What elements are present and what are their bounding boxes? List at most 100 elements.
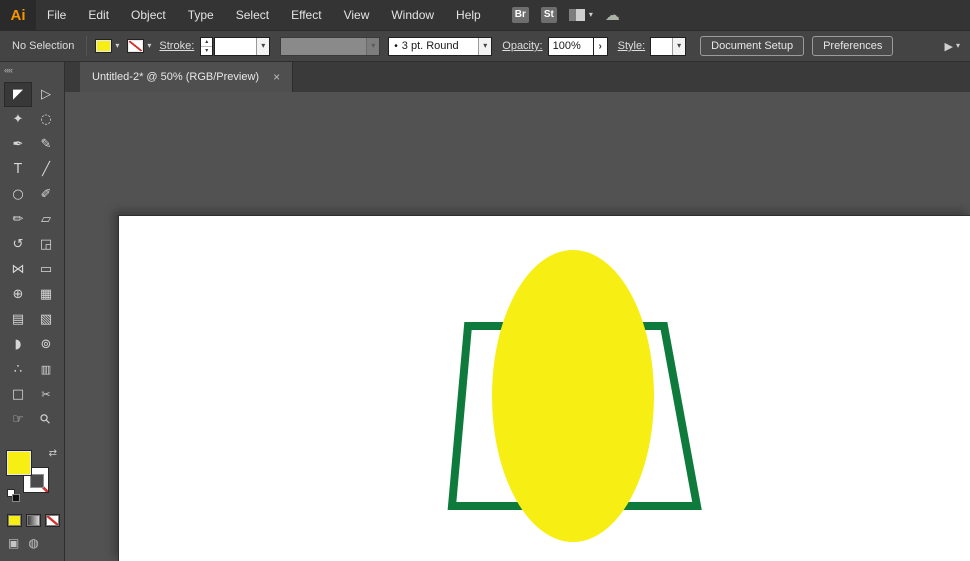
default-stroke-square [12, 494, 20, 502]
control-bar-options[interactable]: ▶ ▾ [945, 40, 960, 53]
menu-view[interactable]: View [333, 0, 381, 30]
menu-help[interactable]: Help [445, 0, 492, 30]
brush-definition-select[interactable]: • 3 pt. Round ▾ [388, 36, 493, 56]
draw-mode-icon[interactable]: ◍ [28, 536, 38, 550]
default-fill-stroke-icon[interactable] [7, 489, 23, 504]
eraser-tool[interactable]: ▱ [32, 207, 60, 232]
canvas-area[interactable] [65, 92, 970, 561]
pencil-tool[interactable]: ✏ [4, 207, 32, 232]
fill-stroke-control: ⇄ [6, 448, 60, 504]
sync-status-icon[interactable]: ☁ [605, 6, 620, 24]
lasso-tool[interactable]: ◌ [32, 107, 60, 132]
preferences-button[interactable]: Preferences [812, 36, 894, 56]
artboard[interactable] [119, 216, 970, 561]
stepper-down-icon[interactable]: ▾ [201, 45, 213, 55]
blend-tool[interactable]: ⊚ [32, 332, 60, 357]
zoom-tool-icon: ⚲ [37, 410, 55, 429]
perspective-grid-tool[interactable]: ▦ [32, 282, 60, 307]
scale-tool[interactable]: ◲ [32, 232, 60, 257]
caret-down-icon[interactable]: ▾ [478, 37, 492, 55]
style-label[interactable]: Style: [618, 40, 646, 52]
bridge-button[interactable]: Br [511, 7, 529, 23]
stroke-label[interactable]: Stroke: [159, 40, 194, 52]
opacity-input[interactable]: 100% [547, 36, 594, 56]
app-logo: Ai [0, 0, 36, 30]
symbol-sprayer-tool[interactable]: ∴ [4, 357, 32, 382]
hand-tool[interactable]: ☞ [4, 407, 32, 432]
line-segment-tool[interactable]: ╱ [32, 157, 60, 182]
ai-logo-text: Ai [10, 6, 26, 24]
illustrator-window: Ai File Edit Object Type Select Effect V… [0, 0, 970, 561]
screen-mode-icon[interactable]: ▣ [8, 536, 19, 550]
menu-file[interactable]: File [36, 0, 77, 30]
panel-collapse-button[interactable]: «« [0, 62, 64, 78]
direct-selection-tool[interactable]: ▷ [32, 82, 60, 107]
curvature-tool-icon: ✎ [40, 137, 52, 152]
artboard-tool[interactable]: □ [4, 382, 32, 407]
fill-swatch[interactable] [95, 39, 113, 53]
eyedropper-tool[interactable]: ◗ [4, 332, 32, 357]
hand-tool-icon: ☞ [12, 412, 24, 427]
menu-select[interactable]: Select [225, 0, 280, 30]
menu-window[interactable]: Window [380, 0, 445, 30]
bottom-tool-options: ▣ ◍ [8, 536, 64, 550]
fill-color-box[interactable] [6, 450, 32, 476]
caret-down-icon[interactable]: ▾ [256, 37, 270, 55]
shape-builder-tool[interactable]: ⊕ [4, 282, 32, 307]
close-icon[interactable]: × [273, 71, 280, 83]
swap-fill-stroke-icon[interactable]: ⇄ [49, 448, 57, 459]
document-setup-button[interactable]: Document Setup [700, 36, 805, 56]
curvature-tool[interactable]: ✎ [32, 132, 60, 157]
caret-down-icon: ▾ [147, 41, 152, 50]
mesh-tool[interactable]: ▤ [4, 307, 32, 332]
column-graph-tool[interactable]: ▥ [32, 357, 60, 382]
color-button[interactable] [7, 514, 22, 527]
eraser-tool-icon: ▱ [41, 212, 51, 227]
workspace-switcher[interactable]: ▾ [568, 9, 593, 21]
slice-tool[interactable]: ✂ [32, 382, 60, 407]
workspace-layout-icon [568, 9, 585, 21]
magic-wand-tool[interactable]: ✦ [4, 107, 32, 132]
zoom-tool[interactable]: ⚲ [32, 407, 60, 432]
gradient-button[interactable] [26, 514, 41, 527]
paintbrush-tool[interactable]: ✐ [32, 182, 60, 207]
stroke-none-swatch[interactable] [127, 39, 145, 53]
line-segment-tool-icon: ╱ [42, 162, 50, 177]
ellipse-tool[interactable]: ○ [4, 182, 32, 207]
width-tool[interactable]: ⋈ [4, 257, 32, 282]
menu-object[interactable]: Object [120, 0, 177, 30]
menu-effect[interactable]: Effect [280, 0, 332, 30]
column-graph-tool-icon: ▥ [40, 363, 52, 376]
opacity-panel-chevron-icon[interactable]: › [593, 36, 608, 56]
stroke-weight-stepper[interactable]: ▴ ▾ [200, 36, 214, 56]
stock-button[interactable]: St [540, 7, 557, 23]
document-tab[interactable]: Untitled-2* @ 50% (RGB/Preview) × [80, 62, 294, 92]
caret-down-icon[interactable]: ▾ [672, 37, 686, 55]
none-button[interactable] [45, 514, 60, 527]
rotate-tool[interactable]: ↺ [4, 232, 32, 257]
free-transform-tool[interactable]: ▭ [32, 257, 60, 282]
opacity-label[interactable]: Opacity: [502, 40, 542, 52]
width-profile-select: ▾ [280, 36, 381, 56]
mesh-tool-icon: ▤ [11, 312, 25, 327]
menu-type[interactable]: Type [177, 0, 225, 30]
blend-tool-icon: ⊚ [40, 337, 52, 352]
tab-title: Untitled-2* @ 50% (RGB/Preview) [92, 71, 260, 83]
pen-tool-icon: ✒ [12, 137, 24, 152]
pen-tool[interactable]: ✒ [4, 132, 32, 157]
stepper-up-icon[interactable]: ▴ [201, 38, 212, 46]
menubar-right-cluster: Br St ▾ ☁ [511, 6, 620, 24]
caret-down-icon: ▾ [588, 10, 593, 19]
gradient-tool[interactable]: ▧ [32, 307, 60, 332]
fill-color-control[interactable]: ▾ [95, 39, 119, 53]
menu-edit[interactable]: Edit [77, 0, 120, 30]
perspective-grid-tool-icon: ▦ [39, 287, 53, 302]
selection-tool[interactable]: ◤ [4, 82, 32, 107]
style-select[interactable]: ▾ [650, 36, 687, 56]
control-bar: No Selection ▾ ▾ Stroke: ▴ ▾ ▾ ▾ • 3 pt.… [0, 30, 970, 62]
stroke-weight-select[interactable]: ▾ [214, 36, 271, 56]
color-mode-buttons [7, 514, 64, 527]
caret-down-icon: ▾ [955, 41, 960, 50]
stroke-color-control[interactable]: ▾ [127, 39, 151, 53]
type-tool[interactable]: T [4, 157, 32, 182]
